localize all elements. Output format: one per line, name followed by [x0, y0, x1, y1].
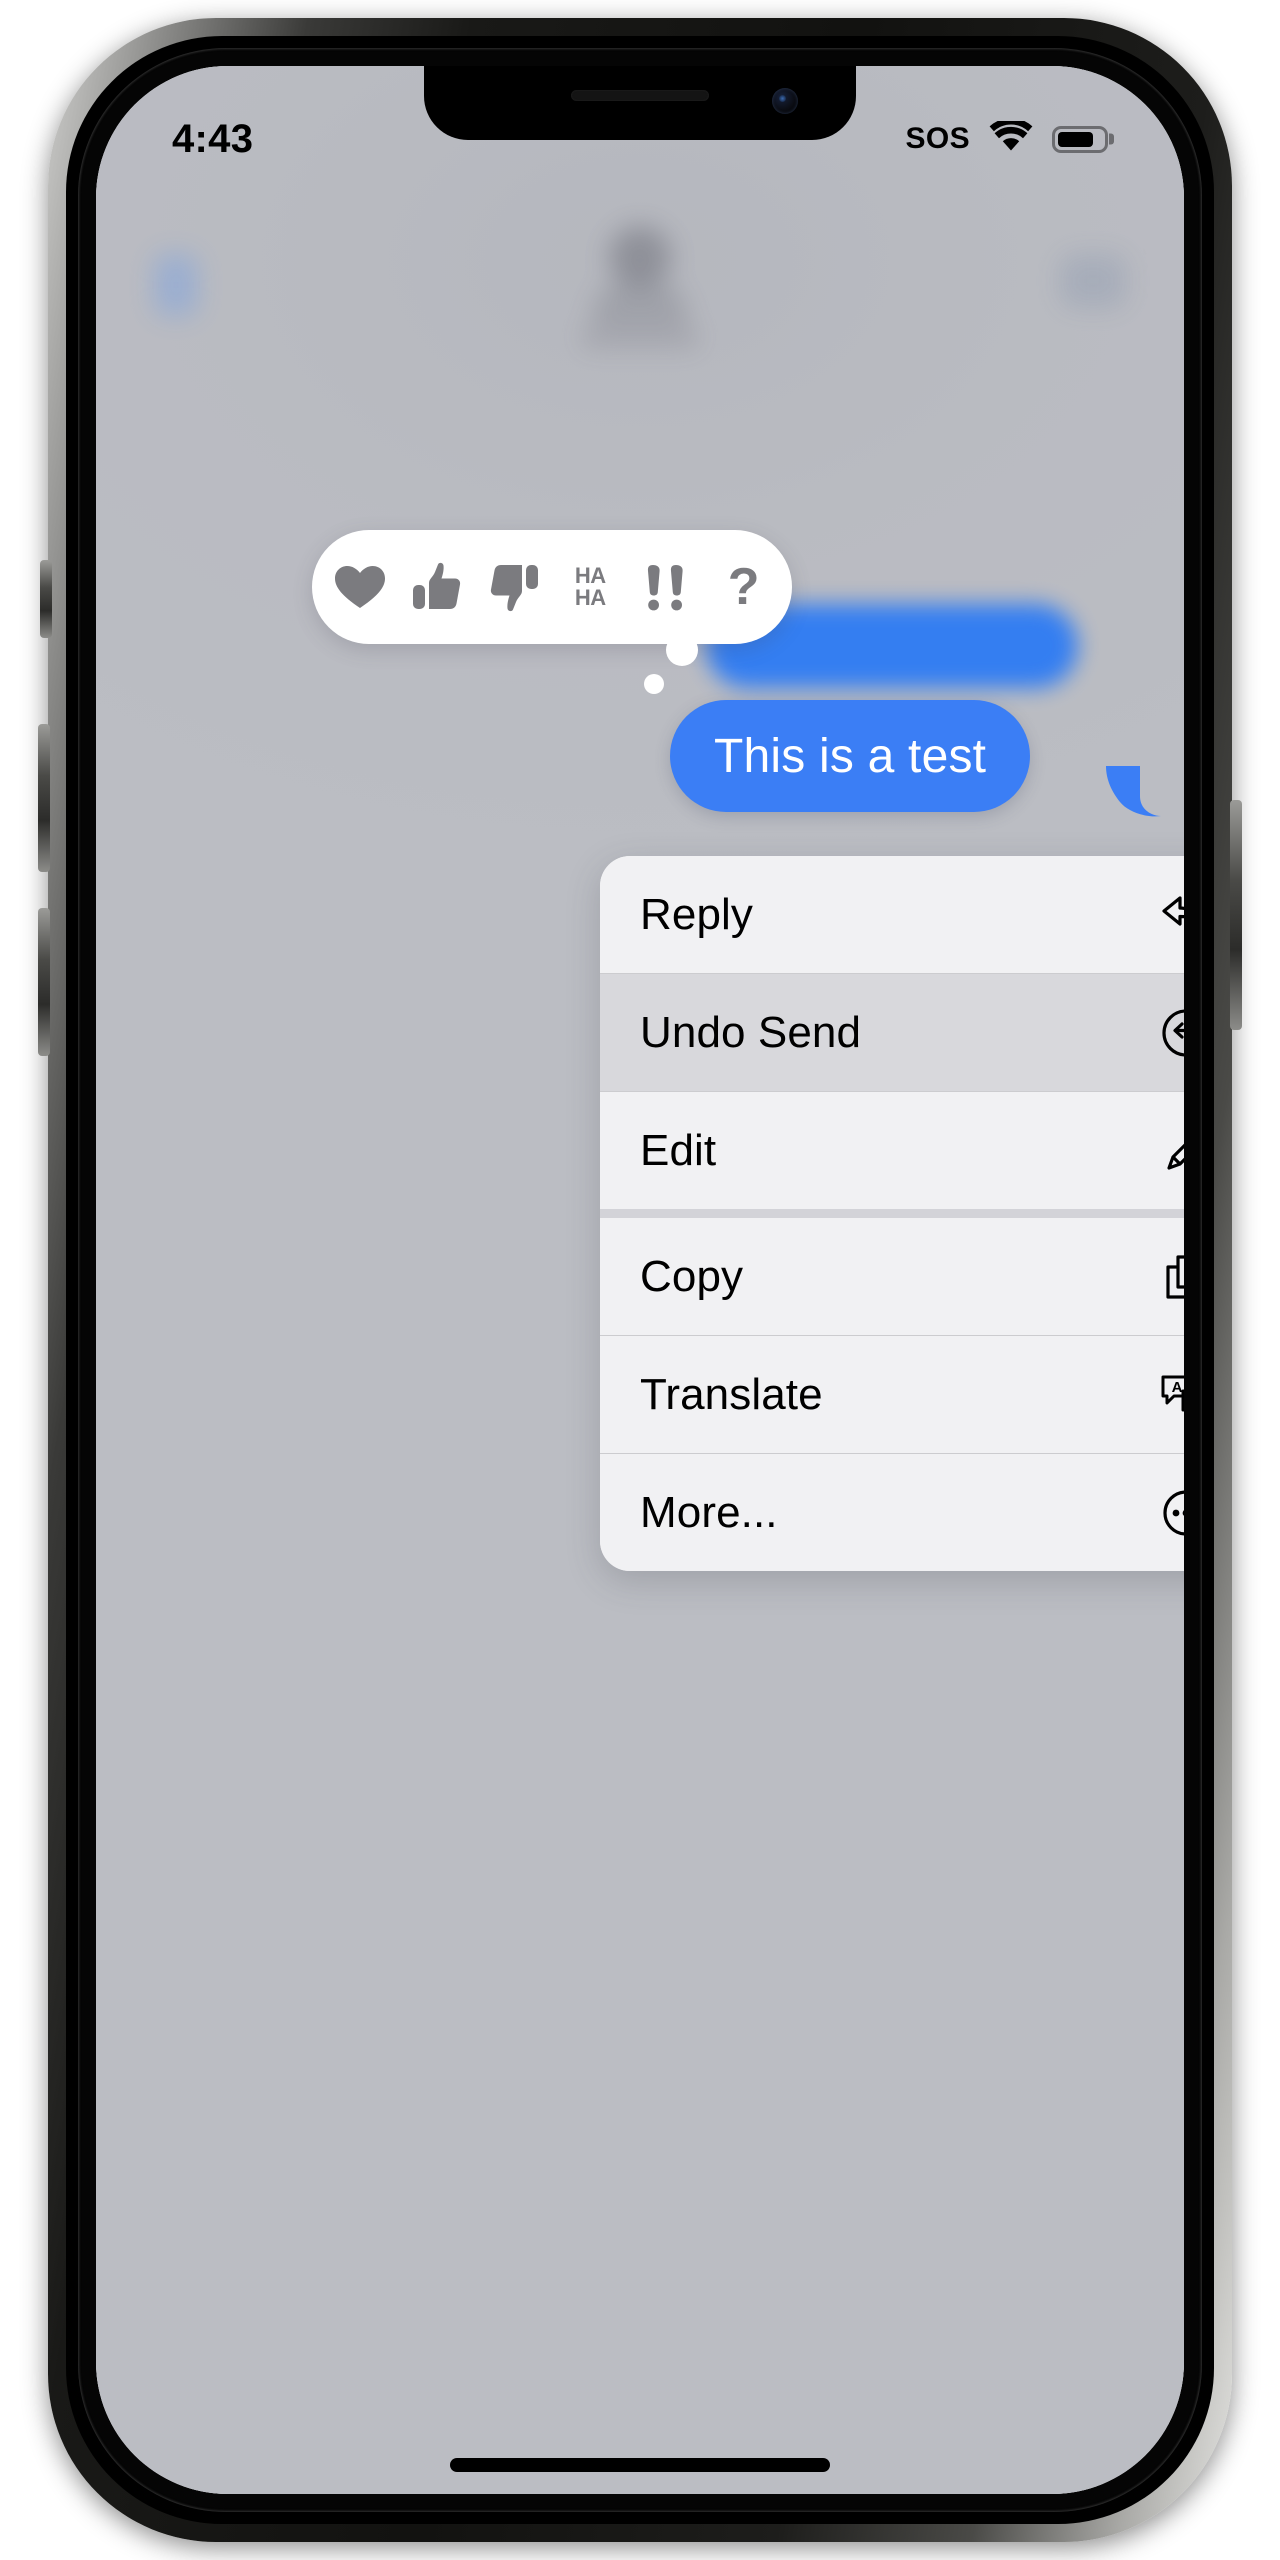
tapback-reaction-bar[interactable]: HA HA ?	[312, 530, 792, 644]
double-exclamation-icon	[644, 562, 690, 612]
thumbs-down-icon	[489, 561, 539, 613]
home-indicator[interactable]	[450, 2458, 830, 2472]
context-menu-label: Copy	[640, 1251, 744, 1301]
context-menu-group-separator	[600, 1209, 1184, 1218]
haha-icon: HA HA	[575, 565, 606, 608]
volume-down-button[interactable]	[38, 908, 50, 1056]
status-indicators: SOS	[905, 117, 1108, 158]
question-reaction[interactable]: ?	[713, 556, 775, 618]
question-mark-icon: ?	[727, 558, 760, 616]
undo-circle-icon	[1158, 1005, 1184, 1061]
context-menu-label: Edit	[640, 1125, 717, 1175]
back-button-blurred[interactable]	[154, 254, 198, 316]
earpiece-speaker	[571, 90, 709, 101]
thumbs-down-reaction[interactable]	[483, 556, 545, 618]
reply-arrow-icon	[1158, 887, 1184, 943]
exclamation-reaction[interactable]	[636, 556, 698, 618]
wifi-icon	[989, 117, 1033, 158]
screenshot-root: 4:43 SOS HA HA ? This is a test Reply Un…	[0, 0, 1280, 2560]
reaction-bar-tail-large	[666, 634, 698, 666]
conversation-navbar-blurred	[96, 178, 1184, 388]
phone-screen: 4:43 SOS HA HA ? This is a test Reply Un…	[96, 66, 1184, 2494]
reaction-bar-tail-small	[644, 674, 664, 694]
heart-icon	[333, 563, 387, 611]
context-menu-item-more[interactable]: More...	[600, 1454, 1184, 1571]
sos-label: SOS	[905, 122, 970, 155]
status-time: 4:43	[172, 116, 254, 161]
message-bubble-tail	[1106, 766, 1162, 818]
context-menu-label: Undo Send	[640, 1007, 862, 1057]
ellipsis-circle-icon	[1158, 1485, 1184, 1541]
translate-icon: A 文	[1158, 1367, 1184, 1423]
message-text: This is a test	[714, 729, 987, 783]
haha-line-1: HA	[574, 563, 606, 589]
facetime-button-blurred[interactable]	[1060, 254, 1126, 308]
thumbs-up-icon	[412, 561, 462, 613]
message-context-menu[interactable]: Reply Undo Send Edit Copy Translate A Mo…	[600, 856, 1184, 1571]
context-menu-item-copy[interactable]: Copy	[600, 1218, 1184, 1335]
context-menu-label: More...	[640, 1487, 778, 1537]
haha-reaction[interactable]: HA HA	[559, 556, 621, 618]
device-notch	[424, 66, 856, 140]
context-menu-label: Reply	[640, 889, 753, 939]
silent-switch[interactable]	[40, 560, 52, 638]
focused-message-bubble[interactable]: This is a test	[670, 700, 1031, 812]
battery-icon	[1052, 125, 1108, 153]
context-menu-item-undo-send[interactable]: Undo Send	[600, 974, 1184, 1091]
copy-documents-icon	[1158, 1249, 1184, 1305]
front-camera	[772, 88, 798, 114]
contact-avatar-body-blurred	[592, 282, 688, 326]
pencil-icon	[1158, 1123, 1184, 1179]
svg-text:A: A	[1172, 1379, 1183, 1396]
volume-up-button[interactable]	[38, 724, 50, 872]
thumbs-up-reaction[interactable]	[406, 556, 468, 618]
contact-name-blurred	[581, 328, 699, 348]
contact-avatar-blurred[interactable]	[609, 226, 671, 288]
haha-line-2: HA	[574, 585, 606, 610]
context-menu-item-reply[interactable]: Reply	[600, 856, 1184, 973]
heart-reaction[interactable]	[329, 556, 391, 618]
context-menu-item-edit[interactable]: Edit	[600, 1092, 1184, 1209]
context-menu-label: Translate	[640, 1369, 823, 1419]
power-button[interactable]	[1230, 800, 1242, 1030]
context-menu-item-translate[interactable]: Translate A 文	[600, 1336, 1184, 1453]
